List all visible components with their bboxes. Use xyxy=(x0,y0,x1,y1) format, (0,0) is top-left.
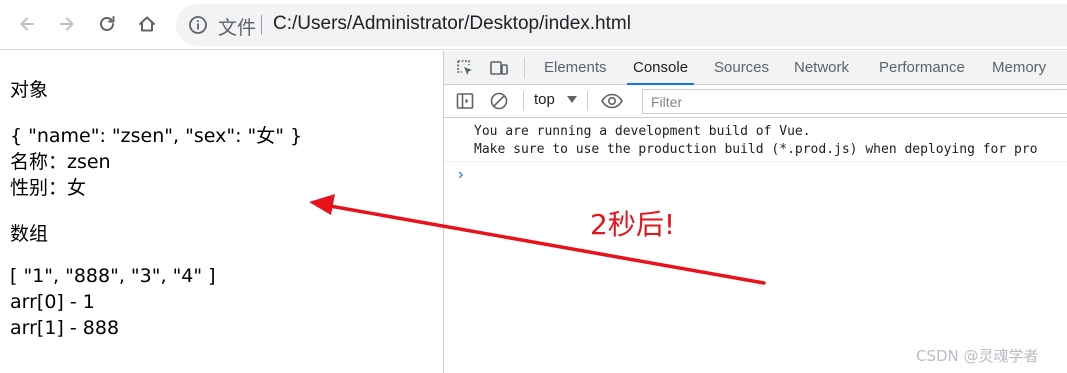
object-heading: 对象 xyxy=(10,79,49,101)
inspect-element-icon[interactable] xyxy=(455,58,475,78)
watermark: CSDN @灵魂学者 xyxy=(916,347,1039,365)
forward-button[interactable] xyxy=(52,9,82,39)
sex-line: 性别：女 xyxy=(10,177,87,199)
arrow-right-icon xyxy=(60,17,74,31)
toolbar-divider xyxy=(587,91,588,111)
back-button[interactable] xyxy=(12,9,42,39)
console-output: You are running a development build of V… xyxy=(444,118,1067,373)
name-line: 名称：zsen xyxy=(10,151,111,173)
console-prompt[interactable]: › xyxy=(458,166,463,184)
reload-icon xyxy=(100,16,115,31)
clear-console-icon[interactable] xyxy=(489,91,509,111)
console-toolbar: top Filter xyxy=(444,85,1067,118)
page-viewport: 对象 { "name": "zsen", "sex": "女" } 名称：zse… xyxy=(0,51,443,373)
object-json: { "name": "zsen", "sex": "女" } xyxy=(10,125,303,147)
arrow-left-icon xyxy=(20,17,34,31)
context-selector[interactable]: top xyxy=(534,91,555,108)
home-button[interactable] xyxy=(132,9,162,39)
tab-network[interactable]: Network xyxy=(794,51,849,85)
devtools-panel: Elements Console Sources Network Perform… xyxy=(443,51,1067,373)
address-divider xyxy=(261,15,262,35)
arr1-line: arr[1] - 888 xyxy=(10,317,120,339)
message-divider xyxy=(444,161,1067,162)
tab-memory[interactable]: Memory xyxy=(992,51,1046,85)
devtools-tabbar: Elements Console Sources Network Perform… xyxy=(444,51,1067,85)
arr0-line: arr[0] - 1 xyxy=(10,291,95,313)
tab-sources[interactable]: Sources xyxy=(714,51,769,85)
tab-elements[interactable]: Elements xyxy=(544,51,607,85)
chevron-down-icon[interactable] xyxy=(567,96,577,103)
tab-divider xyxy=(524,58,525,78)
scheme-label: 文件 xyxy=(218,17,257,39)
sidebar-toggle-icon[interactable] xyxy=(455,91,475,111)
address-bar[interactable]: 文件 C:/Users/Administrator/Desktop/index.… xyxy=(176,4,1067,46)
array-json: [ "1", "888", "3", "4" ] xyxy=(10,265,216,287)
reload-button[interactable] xyxy=(92,9,122,39)
filter-input[interactable]: Filter xyxy=(642,89,1067,114)
tab-console[interactable]: Console xyxy=(626,51,695,85)
toolbar-divider xyxy=(523,91,524,111)
device-toolbar-icon[interactable] xyxy=(489,58,509,78)
browser-toolbar: 文件 C:/Users/Administrator/Desktop/index.… xyxy=(0,0,1067,50)
eye-icon[interactable] xyxy=(600,91,624,111)
info-icon[interactable] xyxy=(188,15,208,35)
tab-performance[interactable]: Performance xyxy=(879,51,965,85)
url-text[interactable]: C:/Users/Administrator/Desktop/index.htm… xyxy=(273,13,631,35)
console-message: You are running a development build of V… xyxy=(474,124,1038,157)
array-heading: 数组 xyxy=(10,223,49,245)
annotation-label: 2秒后! xyxy=(590,208,676,241)
home-icon xyxy=(139,16,155,32)
